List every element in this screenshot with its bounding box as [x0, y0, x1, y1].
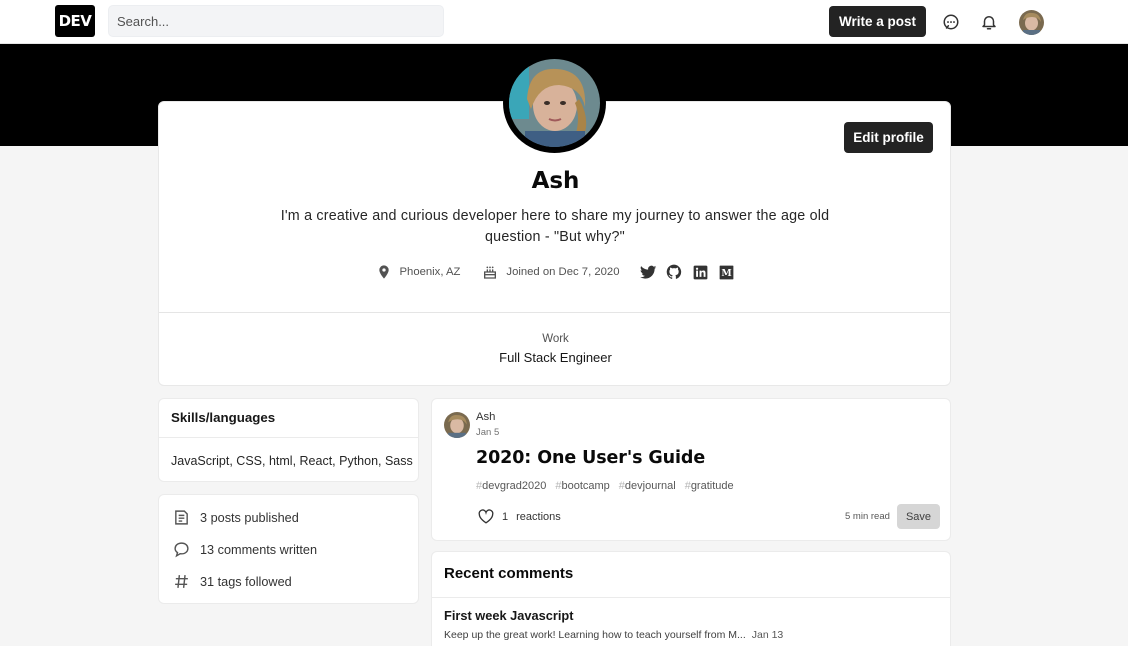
stats-card: 3 posts published 13 comments written 31…: [158, 494, 419, 604]
stat-comments: 13 comments written: [173, 541, 317, 558]
post-tag[interactable]: #bootcamp: [555, 480, 609, 492]
profile-avatar: [503, 53, 606, 153]
heart-icon: [478, 509, 494, 524]
post-tag[interactable]: #devjournal: [619, 480, 676, 492]
stat-posts-label: 3 posts published: [200, 510, 299, 525]
stat-posts: 3 posts published: [173, 509, 299, 526]
search-input[interactable]: [108, 5, 444, 37]
work-value: Full Stack Engineer: [499, 350, 612, 365]
reactions-count: 1: [502, 510, 509, 523]
cake-icon: [484, 266, 497, 279]
post-card[interactable]: Ash Jan 5 2020: One User's Guide #devgra…: [431, 398, 951, 541]
location-text: Phoenix, AZ: [399, 266, 461, 278]
dev-logo[interactable]: DEV: [55, 5, 95, 37]
joined-text: Joined on Dec 7, 2020: [506, 266, 620, 278]
stat-comments-label: 13 comments written: [200, 542, 318, 557]
comment-excerpt[interactable]: Keep up the great work! Learning how to …: [444, 629, 783, 641]
stat-tags: 31 tags followed: [173, 573, 292, 590]
recent-comments-heading: Recent comments: [444, 565, 574, 582]
post-reactions[interactable]: 1 reactions: [478, 509, 561, 524]
bell-icon[interactable]: [978, 11, 1000, 33]
hashtag-icon: [175, 575, 188, 588]
github-icon[interactable]: [665, 263, 683, 281]
user-avatar[interactable]: [1019, 10, 1044, 35]
location-pin-icon: [378, 265, 389, 279]
work-label: Work: [542, 333, 569, 345]
post-title[interactable]: 2020: One User's Guide: [476, 448, 705, 468]
skills-heading: Skills/languages: [171, 410, 276, 425]
stat-tags-label: 31 tags followed: [200, 574, 292, 589]
edit-profile-button[interactable]: Edit profile: [844, 122, 933, 153]
post-tags: #devgrad2020 #bootcamp #devjournal #grat…: [476, 480, 734, 492]
svg-text:M: M: [721, 267, 731, 278]
comment-article-title[interactable]: First week Javascript: [444, 608, 573, 623]
profile-name: Ash: [531, 168, 580, 194]
profile-bio: I'm a creative and curious developer her…: [280, 208, 830, 245]
post-icon: [175, 510, 188, 525]
reactions-label: reactions: [516, 510, 561, 523]
skills-divider: [159, 437, 418, 438]
profile-divider: [159, 312, 950, 313]
post-author-avatar[interactable]: [444, 412, 470, 438]
post-date: Jan 5: [476, 427, 500, 438]
social-links: M: [639, 263, 735, 281]
comment-excerpt-text: Keep up the great work! Learning how to …: [444, 629, 746, 641]
write-post-button[interactable]: Write a post: [829, 6, 926, 37]
post-tag[interactable]: #devgrad2020: [476, 480, 546, 492]
comment-date: Jan 13: [751, 629, 784, 641]
post-author-name[interactable]: Ash: [476, 411, 495, 423]
top-navigation-bar: DEV Write a post: [0, 0, 1128, 44]
save-post-button[interactable]: Save: [897, 504, 940, 529]
location: Phoenix, AZ: [376, 263, 461, 281]
twitter-icon[interactable]: [639, 263, 657, 281]
skills-card: Skills/languages JavaScript, CSS, html, …: [158, 398, 419, 482]
comments-divider: [432, 597, 950, 598]
post-tag[interactable]: #gratitude: [685, 480, 734, 492]
post-read-time: 5 min read: [845, 511, 890, 522]
chat-icon[interactable]: [940, 11, 962, 33]
linkedin-icon[interactable]: [691, 263, 709, 281]
medium-icon[interactable]: M: [717, 263, 735, 281]
recent-comments-card: Recent comments First week Javascript Ke…: [431, 551, 951, 646]
comment-icon: [174, 542, 189, 558]
skills-list: JavaScript, CSS, html, React, Python, Sa…: [171, 454, 413, 468]
profile-meta: Phoenix, AZ Joined on Dec 7, 2020 M: [159, 263, 952, 281]
joined-date: Joined on Dec 7, 2020: [482, 264, 619, 280]
